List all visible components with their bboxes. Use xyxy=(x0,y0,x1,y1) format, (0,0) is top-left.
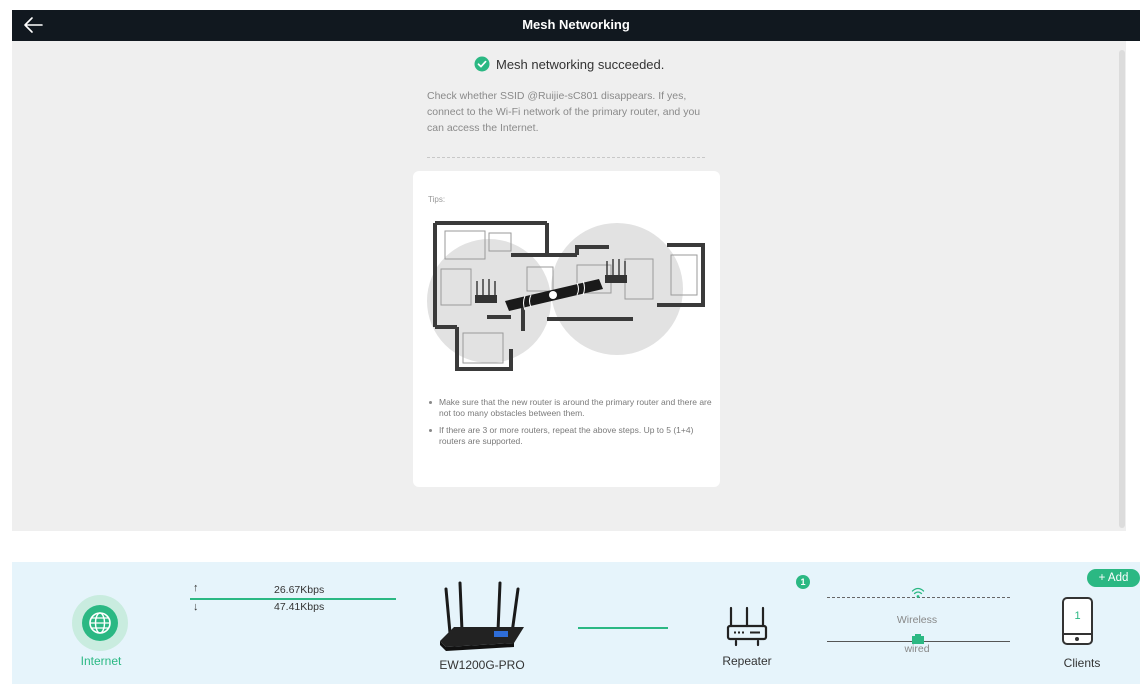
wifi-icon xyxy=(911,587,925,598)
upload-speed: 26.67Kbps xyxy=(274,584,325,596)
tips-list: Make sure that the new router is around … xyxy=(427,397,717,453)
instruction-text: Check whether SSID @Ruijie-sC801 disappe… xyxy=(427,90,701,134)
phone-bar xyxy=(1064,633,1091,635)
internet-link-line xyxy=(190,598,396,600)
success-status: Mesh networking succeeded. xyxy=(474,55,664,73)
top-bar: Mesh Networking xyxy=(12,10,1140,41)
vertical-scrollbar[interactable] xyxy=(1119,50,1125,528)
page-title: Mesh Networking xyxy=(522,17,630,32)
tips-label: Tips: xyxy=(428,195,446,204)
router-icon[interactable] xyxy=(436,581,528,653)
download-speed: 47.41Kbps xyxy=(274,601,325,613)
internet-label: Internet xyxy=(80,654,122,668)
tip-item: If there are 3 or more routers, repeat t… xyxy=(427,425,717,447)
add-button[interactable]: + Add xyxy=(1087,569,1140,587)
down-arrow-icon: ↓ xyxy=(193,601,199,613)
divider xyxy=(427,157,705,158)
phone-icon[interactable]: 1 xyxy=(1062,597,1093,645)
globe-icon xyxy=(89,612,111,634)
router-label: EW1200G-PRO xyxy=(439,658,525,672)
repeater-count-badge: 1 xyxy=(796,575,810,589)
topology-bar: Internet ↑ 26.67Kbps ↓ 47.41Kbps EW1200G… xyxy=(12,562,1140,684)
wired-label: wired xyxy=(904,643,930,655)
up-arrow-icon: ↑ xyxy=(193,582,199,594)
phone-dot xyxy=(1075,637,1079,641)
internet-node[interactable] xyxy=(82,605,118,641)
clients-label: Clients xyxy=(1063,656,1101,670)
success-message: Mesh networking succeeded. xyxy=(496,56,665,72)
clients-count: 1 xyxy=(1074,610,1081,622)
repeater-icon[interactable] xyxy=(726,604,768,648)
router-repeater-line xyxy=(578,627,668,629)
repeater-label: Repeater xyxy=(722,654,772,668)
check-circle-icon xyxy=(474,56,490,72)
tip-item: Make sure that the new router is around … xyxy=(427,397,717,419)
floorplan-illustration xyxy=(427,221,705,371)
wireless-label: Wireless xyxy=(896,614,938,626)
tips-card: Tips: Make sure that the new router is a… xyxy=(413,171,720,487)
